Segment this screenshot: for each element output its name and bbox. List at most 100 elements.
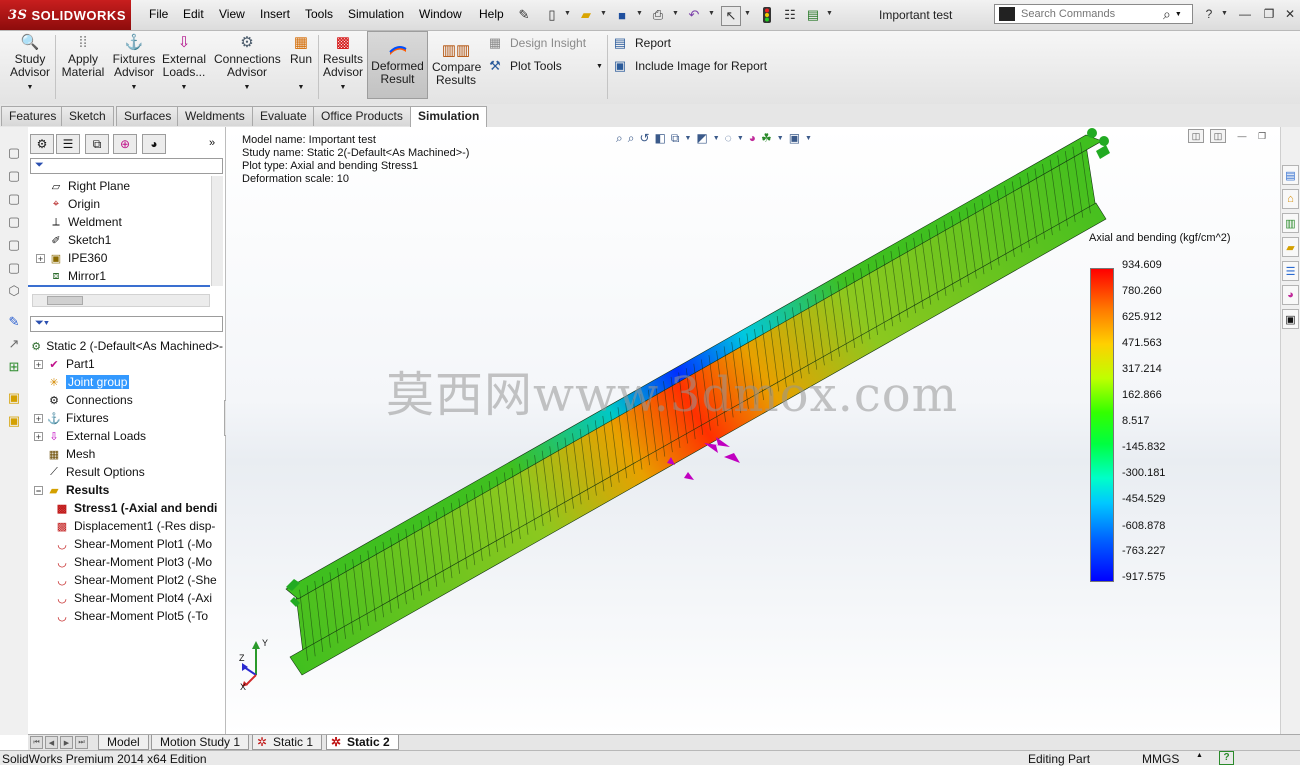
view-settings-icon[interactable]: ▣ — [789, 131, 800, 145]
display-manager-tab-icon[interactable]: ◕ — [142, 134, 166, 154]
study-advisor-button[interactable]: 🔍 Study Advisor ▼ — [8, 33, 52, 94]
rollback-bar[interactable] — [28, 285, 210, 287]
viewport-split-icon[interactable]: ◫ — [1210, 129, 1226, 143]
smart-dimension-icon[interactable]: ↗ — [5, 335, 23, 353]
print-dropdown-icon[interactable]: ▼ — [672, 10, 679, 17]
pin-icon[interactable]: ✎ — [515, 6, 533, 24]
apply-scene-dropdown-icon[interactable]: ▼ — [777, 135, 784, 142]
menu-edit[interactable]: Edit — [183, 7, 204, 21]
tab-sketch[interactable]: Sketch — [61, 106, 114, 126]
appearances-icon[interactable]: ◕ — [1282, 285, 1299, 305]
tree-item-mirror1[interactable]: ⧈ Mirror1 — [36, 267, 211, 285]
search-icon[interactable]: ⌕ — [1163, 6, 1171, 23]
tree-item-shear-moment-plot2[interactable]: ◡ Shear-Moment Plot2 (-She — [54, 571, 223, 589]
results-advisor-button[interactable]: ▩ Results Advisor ▼ — [322, 33, 364, 94]
menu-simulation[interactable]: Simulation — [348, 7, 404, 21]
first-tab-icon[interactable]: ⏮ — [30, 736, 43, 749]
bottom-tab-motion-study-1[interactable]: Motion Study 1 — [151, 735, 250, 750]
zoom-to-fit-icon[interactable]: ⌕ — [616, 131, 623, 146]
configuration-manager-tab-icon[interactable]: ⧉ — [85, 134, 109, 154]
cube-left-icon[interactable]: ▢ — [5, 190, 23, 208]
component-icon[interactable]: ▣ — [5, 412, 23, 430]
restore-icon[interactable]: ❐ — [1259, 5, 1279, 23]
fixtures-advisor-button[interactable]: ⚓ Fixtures Advisor ▼ — [111, 33, 157, 94]
results-advisor-dropdown-icon[interactable]: ▼ — [322, 81, 364, 94]
tree-item-connections[interactable]: ⚙ Connections — [34, 391, 223, 409]
edit-appearance-icon[interactable]: ◕ — [749, 131, 756, 145]
close-icon[interactable]: ✕ — [1280, 5, 1300, 23]
tree-item-ipe360[interactable]: + ▣ IPE360 — [36, 249, 211, 267]
undo-dropdown-icon[interactable]: ▼ — [708, 10, 715, 17]
tab-weldments[interactable]: Weldments — [177, 106, 253, 126]
hide-show-dropdown-icon[interactable]: ▼ — [737, 135, 744, 142]
print-icon[interactable]: ⎙ — [649, 6, 667, 24]
select-cursor-icon[interactable]: ↖ — [721, 6, 741, 26]
tree-item-shear-moment-plot5[interactable]: ◡ Shear-Moment Plot5 (-To — [54, 607, 223, 625]
deformed-result-button[interactable]: Deformed Result — [367, 31, 428, 99]
tree-item-shear-moment-plot3[interactable]: ◡ Shear-Moment Plot3 (-Mo — [54, 553, 223, 571]
view-orientation-icon[interactable]: ⧉ — [671, 131, 680, 146]
open-folder-icon[interactable]: ▰ — [577, 6, 595, 24]
next-tab-icon[interactable]: ▶ — [60, 736, 73, 749]
minimize-icon[interactable]: — — [1235, 5, 1255, 23]
menu-insert[interactable]: Insert — [260, 7, 290, 21]
menu-window[interactable]: Window — [419, 7, 462, 21]
design-insight-button[interactable]: ▦ Design Insight — [486, 35, 586, 51]
tree-item-right-plane[interactable]: ▱ Right Plane — [36, 177, 211, 195]
tree-item-static2-root[interactable]: ⚙ Static 2 (-Default<As Machined>- — [30, 337, 223, 355]
open-dropdown-icon[interactable]: ▼ — [600, 10, 607, 17]
tree-item-sketch1[interactable]: ✐ Sketch1 — [36, 231, 211, 249]
tab-surfaces[interactable]: Surfaces — [116, 106, 180, 126]
tree-item-displacement1[interactable]: ▩ Displacement1 (-Res disp- — [54, 517, 223, 535]
cube-right-icon[interactable]: ▢ — [5, 213, 23, 231]
view-settings-dropdown-icon[interactable]: ▼ — [805, 135, 812, 142]
cube-iso-icon[interactable]: ⬡ — [5, 282, 23, 300]
view-orientation-dropdown-icon[interactable]: ▼ — [684, 135, 691, 142]
external-loads-dropdown-icon[interactable]: ▼ — [161, 81, 207, 94]
last-tab-icon[interactable]: ⏭ — [75, 736, 88, 749]
tree-vertical-scrollbar[interactable] — [211, 176, 223, 286]
expand-icon[interactable]: + — [34, 413, 43, 423]
cube-top-icon[interactable]: ▢ — [5, 236, 23, 254]
external-loads-button[interactable]: ⇩ External Loads... ▼ — [161, 33, 207, 94]
bottom-tab-model[interactable]: Model — [98, 735, 149, 750]
tree-item-shear-moment-plot4[interactable]: ◡ Shear-Moment Plot4 (-Axi — [54, 589, 223, 607]
select-dropdown-icon[interactable]: ▼ — [744, 10, 751, 17]
include-image-button[interactable]: ▣ Include Image for Report — [611, 58, 767, 74]
file-explorer-icon[interactable]: ▥ — [1282, 213, 1299, 233]
viewport-tile-icon[interactable]: ◫ — [1188, 129, 1204, 143]
menu-file[interactable]: File — [149, 7, 168, 21]
tree-item-stress1[interactable]: ▩ Stress1 (-Axial and bendi — [54, 499, 223, 517]
save-icon[interactable]: ■ — [613, 6, 631, 24]
expand-icon[interactable]: + — [34, 359, 43, 369]
expand-icon[interactable]: + — [36, 253, 45, 263]
connections-advisor-button[interactable]: ⚙ Connections Advisor ▼ — [214, 33, 281, 94]
tree-item-result-options[interactable]: ⟋ Result Options — [34, 463, 223, 481]
tree-item-external-loads[interactable]: + ⇩ External Loads — [34, 427, 223, 445]
search-input[interactable] — [1019, 7, 1163, 21]
compare-results-button[interactable]: ▥▥ Compare Results — [432, 41, 481, 87]
tab-evaluate[interactable]: Evaluate — [252, 106, 315, 126]
tree-item-mesh[interactable]: ▦ Mesh — [34, 445, 223, 463]
view-palette-icon[interactable]: ☰ — [1282, 261, 1299, 281]
tab-features[interactable]: Features — [1, 106, 65, 126]
zoom-to-area-icon[interactable]: ⌕ — [628, 131, 635, 146]
options-dropdown-icon[interactable]: ▼ — [826, 10, 833, 17]
apply-material-button[interactable]: ⁞⁞ Apply Material — [60, 33, 106, 79]
expand-icon[interactable]: + — [34, 431, 43, 441]
display-style-dropdown-icon[interactable]: ▼ — [713, 135, 720, 142]
assembly-icon[interactable]: ▣ — [5, 389, 23, 407]
edit-sketch-icon[interactable]: ✎ — [5, 313, 23, 331]
design-library-icon[interactable]: ⌂ — [1282, 189, 1299, 209]
dimxpert-tab-icon[interactable]: ⊕ — [113, 134, 137, 154]
report-button[interactable]: ▤ Report — [611, 35, 671, 51]
tree-item-origin[interactable]: ⌖ Origin — [36, 195, 211, 213]
cube-bottom-icon[interactable]: ▢ — [5, 259, 23, 277]
custom-properties-icon[interactable]: ▣ — [1282, 309, 1299, 329]
menu-view[interactable]: View — [219, 7, 245, 21]
save-dropdown-icon[interactable]: ▼ — [636, 10, 643, 17]
search-commands-box[interactable]: ⌕ ▼ — [994, 4, 1193, 24]
display-style-icon[interactable]: ◩ — [696, 131, 707, 145]
quick-tips-help-icon[interactable]: ? — [1219, 751, 1234, 765]
tree-horizontal-scrollbar[interactable] — [32, 294, 210, 307]
